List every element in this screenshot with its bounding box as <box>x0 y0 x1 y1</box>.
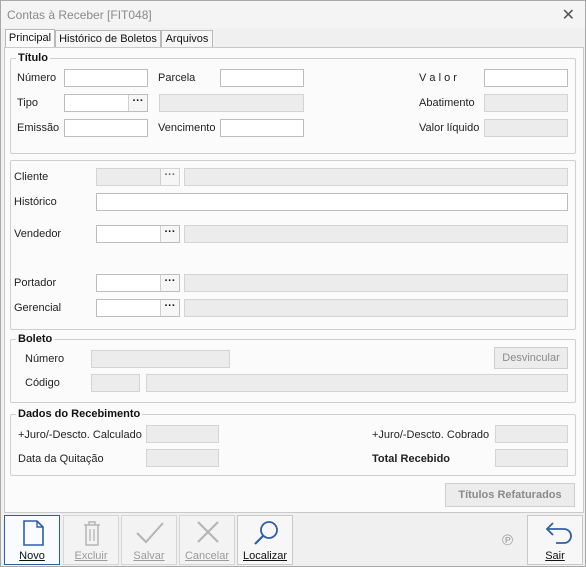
vencimento-label: Vencimento <box>158 122 216 134</box>
tipo-label: Tipo <box>17 97 38 109</box>
cliente-lookup-button[interactable]: ··· <box>160 169 179 185</box>
valor-liquido-label: Valor líquido <box>419 122 480 134</box>
numero-label: Número <box>17 72 57 84</box>
emissao-input[interactable] <box>64 119 148 137</box>
portador-lookup-button[interactable]: ··· <box>160 275 179 291</box>
novo-label: Novo <box>19 550 45 562</box>
window: Contas à Receber [FIT048] ✕ Principal Hi… <box>0 0 586 567</box>
title-bar: Contas à Receber [FIT048] ✕ <box>1 1 585 28</box>
localizar-button[interactable]: Localizar <box>237 515 293 565</box>
gerencial-label: Gerencial <box>14 302 62 314</box>
excluir-button[interactable]: Excluir <box>63 515 119 565</box>
cliente-code-field: ··· <box>96 168 180 186</box>
total-recebido-label: Total Recebido <box>372 453 451 465</box>
sair-label: Sair <box>545 550 565 562</box>
gerencial-input[interactable]: ··· <box>96 299 180 317</box>
vendedor-lookup-button[interactable]: ··· <box>160 226 179 242</box>
exit-arrow-icon <box>545 522 572 544</box>
salvar-label: Salvar <box>133 550 165 562</box>
localizar-label: Localizar <box>242 550 288 562</box>
boleto-numero-label: Número <box>25 353 65 365</box>
abatimento-field <box>484 94 568 112</box>
cancelar-button[interactable]: Cancelar <box>179 515 235 565</box>
parcela-input[interactable] <box>220 69 304 87</box>
vencimento-input[interactable] <box>220 119 304 137</box>
abatimento-label: Abatimento <box>419 97 475 109</box>
gerencial-lookup-button[interactable]: ··· <box>160 300 179 316</box>
boleto-codigo-field <box>146 374 568 392</box>
portador-name-field <box>184 274 568 292</box>
gerencial-name-field <box>184 299 568 317</box>
boleto-codigo-short-field <box>91 374 140 392</box>
data-quitacao-field <box>146 449 219 467</box>
juro-cobrado-field <box>495 425 568 443</box>
tipo-description <box>159 94 304 112</box>
emissao-label: Emissão <box>17 122 60 134</box>
new-document-icon <box>23 520 44 546</box>
tipo-input[interactable]: ··· <box>64 94 148 112</box>
vendedor-label: Vendedor <box>14 228 62 240</box>
cancelar-label: Cancelar <box>184 550 230 562</box>
cliente-name-field <box>184 168 568 186</box>
historico-label: Histórico <box>14 196 57 208</box>
total-recebido-field <box>495 449 568 467</box>
numero-input[interactable] <box>64 69 148 87</box>
desvincular-button[interactable]: Desvincular <box>494 347 568 369</box>
window-title: Contas à Receber [FIT048] <box>7 8 152 22</box>
cliente-label: Cliente <box>14 171 49 183</box>
boleto-numero-field <box>91 350 230 368</box>
trash-icon <box>84 521 100 546</box>
titulo-group-label: Título <box>16 52 50 64</box>
parcela-label: Parcela <box>158 72 196 84</box>
recebimento-group-label: Dados do Recebimento <box>16 408 143 420</box>
sair-button[interactable]: Sair <box>527 515 583 565</box>
checkmark-icon <box>136 522 164 544</box>
data-quitacao-label: Data da Quitação <box>18 453 104 465</box>
tab-historico-boletos[interactable]: Histórico de Boletos <box>55 30 161 48</box>
vendedor-input[interactable]: ··· <box>96 225 180 243</box>
status-icon: ℗ <box>502 532 514 549</box>
tipo-lookup-button[interactable]: ··· <box>128 95 147 111</box>
boleto-group-label: Boleto <box>16 333 55 345</box>
titulos-refaturados-button[interactable]: Títulos Refaturados <box>445 483 575 507</box>
valor-input[interactable] <box>484 69 568 87</box>
portador-label: Portador <box>14 277 57 289</box>
boleto-codigo-label: Código <box>25 377 60 389</box>
boleto-group <box>10 339 576 403</box>
tab-principal[interactable]: Principal <box>5 29 55 48</box>
valor-liquido-field <box>484 119 568 137</box>
novo-button[interactable]: Novo <box>4 515 60 565</box>
recebimento-group <box>10 414 576 476</box>
juro-calculado-label: +Juro/-Descto. Calculado <box>18 429 142 441</box>
cancel-x-icon <box>197 521 219 543</box>
excluir-label: Excluir <box>74 550 108 562</box>
close-icon[interactable]: ✕ <box>562 5 575 25</box>
tab-arquivos[interactable]: Arquivos <box>161 30 213 48</box>
vendedor-name-field <box>184 225 568 243</box>
salvar-button[interactable]: Salvar <box>121 515 177 565</box>
juro-calculado-field <box>146 425 219 443</box>
valor-label: V a l o r <box>419 72 457 84</box>
portador-input[interactable]: ··· <box>96 274 180 292</box>
juro-cobrado-label: +Juro/-Descto. Cobrado <box>372 429 490 441</box>
historico-input[interactable] <box>96 193 568 211</box>
search-icon <box>254 521 278 545</box>
